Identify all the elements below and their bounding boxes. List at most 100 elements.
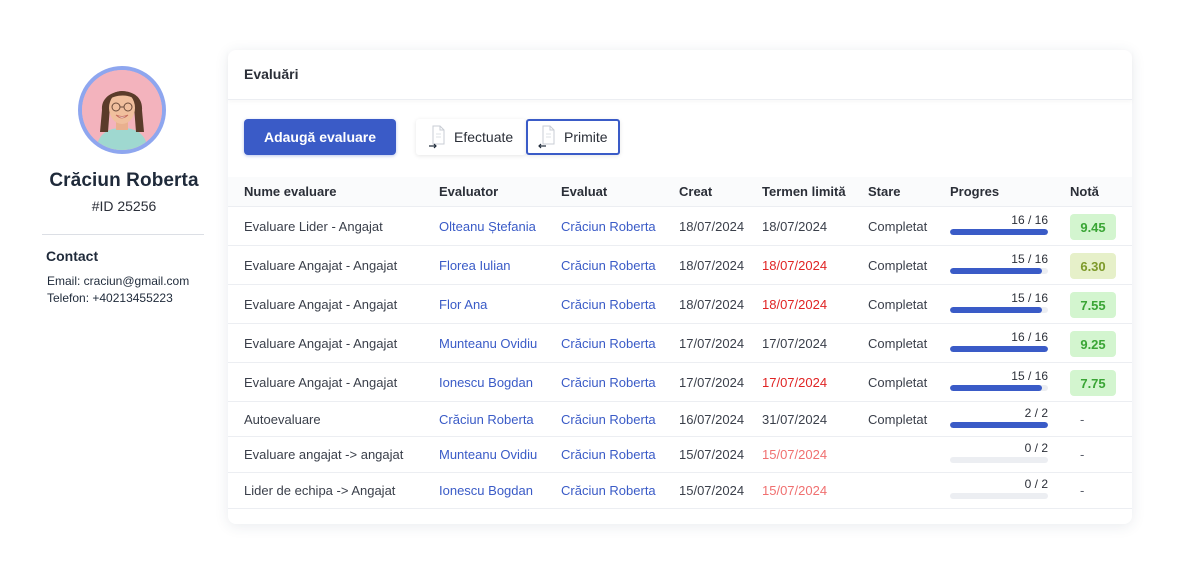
table-row[interactable]: Lider de echipa -> Angajat Ionescu Bogdan… — [228, 473, 1132, 509]
progress-text: 0 / 2 — [1024, 477, 1048, 491]
contact-email: Email: craciun@gmail.com — [47, 274, 190, 288]
evaluator-link[interactable]: Ionescu Bogdan — [439, 375, 533, 390]
grade-badge: 6.30 — [1070, 253, 1116, 279]
status-text: Completat — [868, 258, 928, 273]
created-date: 17/07/2024 — [679, 336, 745, 351]
progress-text: 16 / 16 — [1011, 213, 1048, 227]
evaluated-link[interactable]: Crăciun Roberta — [561, 447, 656, 462]
progress-fill — [950, 346, 1048, 352]
progress-text: 15 / 16 — [1011, 291, 1048, 305]
progress-text: 15 / 16 — [1011, 252, 1048, 266]
profile-id: #ID 25256 — [91, 198, 157, 214]
col-status[interactable]: Stare — [868, 184, 901, 199]
col-name[interactable]: Nume evaluare — [244, 184, 337, 199]
col-evaluated[interactable]: Evaluat — [561, 184, 607, 199]
table-header: Nume evaluare Evaluator Evaluat Creat Te… — [228, 177, 1132, 207]
progress-fill — [950, 229, 1048, 235]
progress-bar — [950, 385, 1048, 391]
add-evaluation-button[interactable]: Adaugă evaluare — [244, 119, 396, 155]
progress-bar — [950, 346, 1048, 352]
col-progress[interactable]: Progres — [950, 184, 999, 199]
created-date: 18/07/2024 — [679, 297, 745, 312]
card-header: Evaluări — [228, 50, 1132, 100]
table-row[interactable]: Evaluare Angajat - Angajat Ionescu Bogdan… — [228, 363, 1132, 402]
evaluation-name: Evaluare angajat -> angajat — [244, 447, 404, 462]
evaluation-name: Evaluare Angajat - Angajat — [244, 336, 398, 351]
progress-bar — [950, 307, 1048, 313]
evaluated-link[interactable]: Crăciun Roberta — [561, 219, 656, 234]
progress-fill — [950, 422, 1048, 428]
table-row[interactable]: Evaluare Angajat - Angajat Florea Iulian C… — [228, 246, 1132, 285]
table-row[interactable]: Evaluare Angajat - Angajat Flor Ana Crăciu… — [228, 285, 1132, 324]
avatar-image — [82, 70, 162, 150]
grade-badge: 9.25 — [1070, 331, 1116, 357]
table-row[interactable]: Evaluare Angajat - Angajat Munteanu Ovidi… — [228, 324, 1132, 363]
created-date: 18/07/2024 — [679, 219, 745, 234]
created-date: 16/07/2024 — [679, 412, 745, 427]
evaluator-link[interactable]: Olteanu Ștefania — [439, 219, 536, 234]
progress-bar — [950, 268, 1048, 274]
grade-badge: 7.75 — [1070, 370, 1116, 396]
col-evaluator[interactable]: Evaluator — [439, 184, 498, 199]
grade-badge: 7.55 — [1070, 292, 1116, 318]
profile-name: Crăciun Roberta — [49, 170, 199, 191]
evaluation-name: Evaluare Lider - Angajat — [244, 219, 383, 234]
deadline-date: 15/07/2024 — [762, 447, 828, 462]
evaluated-link[interactable]: Crăciun Roberta — [561, 483, 656, 498]
evaluation-name: Evaluare Angajat - Angajat — [244, 258, 398, 273]
created-date: 18/07/2024 — [679, 258, 745, 273]
evaluated-link[interactable]: Crăciun Roberta — [561, 258, 656, 273]
evaluations-card: Evaluări Adaugă evaluare Efectuate Primi… — [228, 50, 1132, 524]
status-text: Completat — [868, 412, 928, 427]
progress-bar — [950, 229, 1048, 235]
contact-phone: Telefon: +40213455223 — [47, 291, 173, 305]
grade-empty: - — [1080, 483, 1085, 498]
progress-fill — [950, 307, 1042, 313]
progress-bar — [950, 493, 1048, 499]
progress-bar — [950, 422, 1048, 428]
evaluated-link[interactable]: Crăciun Roberta — [561, 297, 656, 312]
tab-efectuate[interactable]: Efectuate — [416, 119, 526, 155]
col-created[interactable]: Creat — [679, 184, 712, 199]
evaluator-link[interactable]: Flor Ana — [439, 297, 487, 312]
deadline-date: 18/07/2024 — [762, 297, 828, 312]
progress-text: 15 / 16 — [1011, 369, 1048, 383]
evaluator-link[interactable]: Crăciun Roberta — [439, 412, 534, 427]
grade-empty: - — [1080, 447, 1085, 462]
tab-efectuate-label: Efectuate — [454, 129, 514, 145]
evaluator-link[interactable]: Ionescu Bogdan — [439, 483, 533, 498]
table-row[interactable]: Evaluare Lider - Angajat Olteanu Ștefania… — [228, 207, 1132, 246]
evaluated-link[interactable]: Crăciun Roberta — [561, 412, 656, 427]
grade-empty: - — [1080, 412, 1085, 427]
grade-badge: 9.45 — [1070, 214, 1116, 240]
status-text: Completat — [868, 375, 928, 390]
deadline-date: 18/07/2024 — [762, 219, 828, 234]
evaluator-link[interactable]: Munteanu Ovidiu — [439, 447, 537, 462]
status-text: Completat — [868, 336, 928, 351]
col-deadline[interactable]: Termen limită — [762, 184, 846, 199]
tab-primite[interactable]: Primite — [526, 119, 620, 155]
progress-text: 0 / 2 — [1024, 441, 1048, 455]
evaluator-link[interactable]: Munteanu Ovidiu — [439, 336, 537, 351]
table-row[interactable]: Evaluare angajat -> angajat Munteanu Ovid… — [228, 437, 1132, 473]
evaluation-name: Evaluare Angajat - Angajat — [244, 297, 398, 312]
deadline-date: 18/07/2024 — [762, 258, 828, 273]
evaluation-name: Autoevaluare — [244, 412, 321, 427]
avatar — [78, 66, 166, 154]
document-arrow-out-icon — [428, 125, 446, 149]
progress-text: 16 / 16 — [1011, 330, 1048, 344]
col-grade[interactable]: Notă — [1070, 184, 1099, 199]
evaluator-link[interactable]: Florea Iulian — [439, 258, 511, 273]
created-date: 15/07/2024 — [679, 483, 745, 498]
evaluated-link[interactable]: Crăciun Roberta — [561, 375, 656, 390]
progress-text: 2 / 2 — [1024, 406, 1048, 420]
evaluation-name: Evaluare Angajat - Angajat — [244, 375, 398, 390]
evaluated-link[interactable]: Crăciun Roberta — [561, 336, 656, 351]
created-date: 15/07/2024 — [679, 447, 745, 462]
deadline-date: 15/07/2024 — [762, 483, 828, 498]
deadline-date: 31/07/2024 — [762, 412, 828, 427]
divider — [42, 234, 204, 235]
table-row[interactable]: Autoevaluare Crăciun Roberta Crăciun Rober… — [228, 402, 1132, 437]
progress-bar — [950, 457, 1048, 463]
card-title: Evaluări — [244, 66, 299, 82]
